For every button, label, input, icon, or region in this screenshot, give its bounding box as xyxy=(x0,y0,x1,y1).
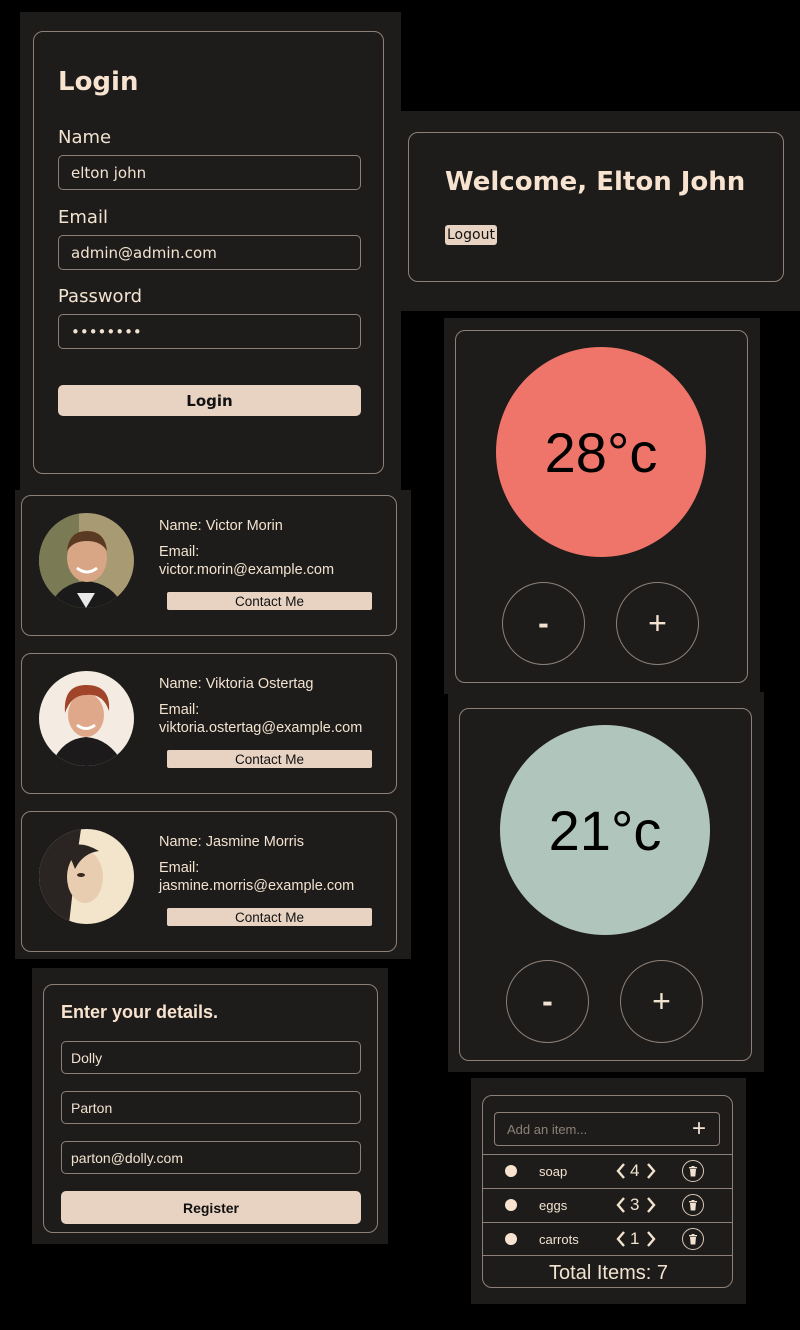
name-label: Name xyxy=(58,127,112,148)
item-quantity: 3 xyxy=(630,1195,640,1214)
item-name: eggs xyxy=(539,1198,568,1213)
chevron-left-icon[interactable] xyxy=(615,1230,627,1248)
login-panel: Login Name Email Password Login xyxy=(20,12,401,492)
avatar xyxy=(39,513,134,608)
list-item: carrots 1 xyxy=(482,1222,733,1256)
contact-name: Name: Viktoria Ostertag xyxy=(159,676,314,692)
password-field[interactable] xyxy=(58,314,361,349)
login-card: Login Name Email Password Login xyxy=(33,31,384,474)
list-item: soap 4 xyxy=(482,1154,733,1188)
contact-me-button[interactable]: Contact Me xyxy=(167,592,372,610)
logout-button[interactable]: Logout xyxy=(445,225,497,245)
complete-item-toggle[interactable] xyxy=(505,1233,517,1245)
contact-card: Name: Jasmine Morris Email: jasmine.morr… xyxy=(21,811,397,952)
complete-item-toggle[interactable] xyxy=(505,1199,517,1211)
email-field[interactable] xyxy=(61,1141,361,1174)
add-item-input[interactable] xyxy=(495,1113,685,1145)
increase-temperature-button[interactable]: + xyxy=(620,960,703,1043)
login-title: Login xyxy=(58,67,139,97)
thermostat-card: 28°c - + xyxy=(455,330,748,683)
login-button[interactable]: Login xyxy=(58,385,361,416)
contact-card: Name: Victor Morin Email: victor.morin@e… xyxy=(21,495,397,636)
contact-me-button[interactable]: Contact Me xyxy=(167,908,372,926)
chevron-left-icon[interactable] xyxy=(615,1162,627,1180)
trash-icon[interactable] xyxy=(682,1228,704,1250)
item-name: carrots xyxy=(539,1232,579,1247)
contact-email: victor.morin@example.com xyxy=(159,562,335,578)
avatar xyxy=(39,829,134,924)
thermostat-panel: 28°c - + xyxy=(444,318,760,694)
first-name-field[interactable] xyxy=(61,1041,361,1074)
last-name-field[interactable] xyxy=(61,1091,361,1124)
chevron-right-icon[interactable] xyxy=(645,1162,657,1180)
total-items: Total Items: 7 xyxy=(549,1262,668,1284)
avatar xyxy=(39,671,134,766)
password-label: Password xyxy=(58,286,143,307)
increase-temperature-button[interactable]: + xyxy=(616,582,699,665)
register-button[interactable]: Register xyxy=(61,1191,361,1224)
contact-email: viktoria.ostertag@example.com xyxy=(159,720,363,736)
decrease-temperature-button[interactable]: - xyxy=(502,582,585,665)
decrease-temperature-button[interactable]: - xyxy=(506,960,589,1043)
contacts-panel: Name: Victor Morin Email: victor.morin@e… xyxy=(15,490,411,959)
shopping-list-card: + soap 4 eggs 3 carrots 1 xyxy=(482,1095,733,1288)
trash-icon[interactable] xyxy=(682,1194,704,1216)
register-panel: Enter your details. Register xyxy=(32,968,388,1244)
thermostat-panel: 21°c - + xyxy=(448,692,764,1072)
email-label: Email xyxy=(58,207,108,228)
contact-email-label: Email: xyxy=(159,860,200,876)
contact-email-label: Email: xyxy=(159,544,200,560)
welcome-panel: Welcome, Elton John Logout xyxy=(401,111,800,311)
shopping-list-panel: + soap 4 eggs 3 carrots 1 xyxy=(471,1078,746,1304)
register-title: Enter your details. xyxy=(61,1002,219,1022)
contact-card: Name: Viktoria Ostertag Email: viktoria.… xyxy=(21,653,397,794)
list-item: eggs 3 xyxy=(482,1188,733,1222)
item-name: soap xyxy=(539,1164,568,1179)
thermostat-card: 21°c - + xyxy=(459,708,752,1061)
contact-email: jasmine.morris@example.com xyxy=(159,878,355,894)
contact-name: Name: Victor Morin xyxy=(159,518,283,534)
trash-icon[interactable] xyxy=(682,1160,704,1182)
contact-email-label: Email: xyxy=(159,702,200,718)
contact-name: Name: Jasmine Morris xyxy=(159,834,305,850)
item-quantity: 4 xyxy=(630,1161,640,1180)
email-field[interactable] xyxy=(58,235,361,270)
item-quantity: 1 xyxy=(630,1229,640,1248)
add-item-button[interactable]: + xyxy=(685,1115,713,1143)
add-item-box: + xyxy=(494,1112,720,1146)
register-card: Enter your details. Register xyxy=(43,984,378,1233)
welcome-title: Welcome, Elton John xyxy=(445,167,746,197)
temperature-display: 21°c xyxy=(500,725,710,935)
name-field[interactable] xyxy=(58,155,361,190)
chevron-left-icon[interactable] xyxy=(615,1196,627,1214)
complete-item-toggle[interactable] xyxy=(505,1165,517,1177)
chevron-right-icon[interactable] xyxy=(645,1230,657,1248)
chevron-right-icon[interactable] xyxy=(645,1196,657,1214)
contact-me-button[interactable]: Contact Me xyxy=(167,750,372,768)
temperature-display: 28°c xyxy=(496,347,706,557)
welcome-card: Welcome, Elton John Logout xyxy=(408,132,784,282)
